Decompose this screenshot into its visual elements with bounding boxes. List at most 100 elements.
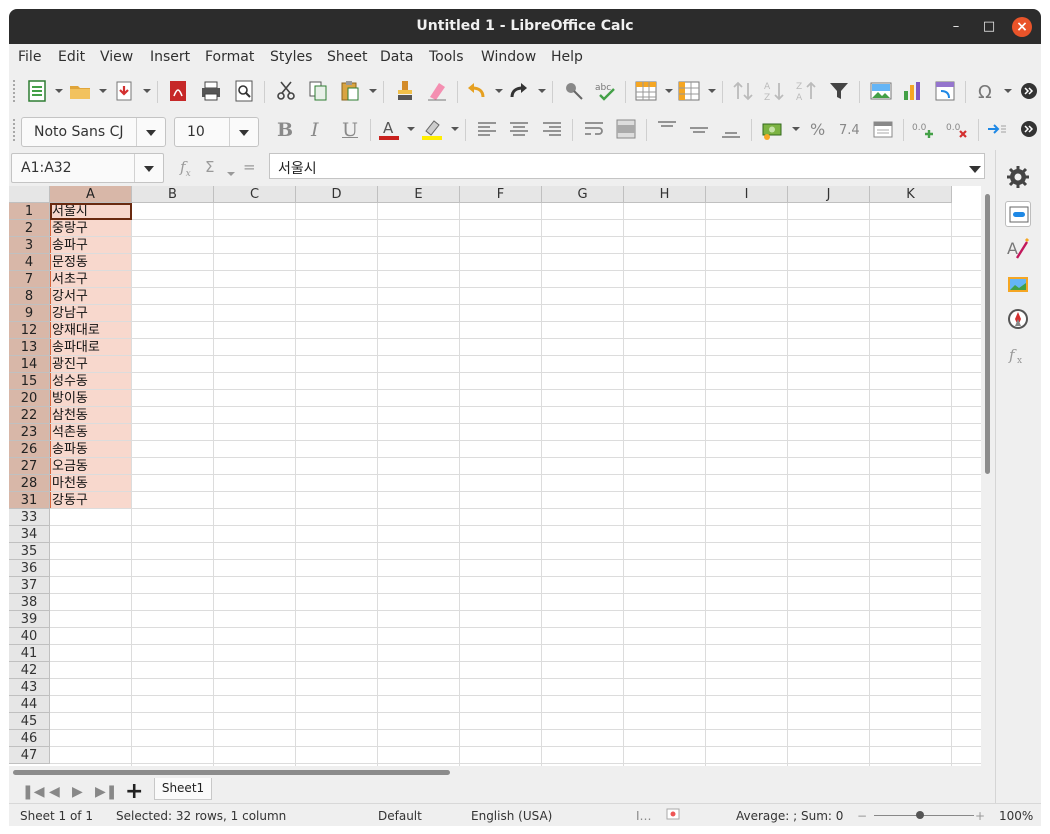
underline-icon[interactable]: U [342, 119, 358, 141]
currency-dropdown-icon[interactable] [792, 127, 800, 131]
zoom-slider[interactable] [874, 815, 974, 816]
vertical-scroll-thumb[interactable] [985, 194, 990, 474]
font-color-dropdown-icon[interactable] [407, 127, 415, 131]
zoom-slider-knob[interactable] [916, 811, 924, 819]
undo-dropdown-icon[interactable] [495, 89, 503, 93]
special-character-icon[interactable]: Ω [975, 79, 999, 103]
spreadsheet-grid[interactable]: A B C D E F G H I J K 1 서울시 2 중랑구 3 송파구 4 문정동 7 서초구 8 강서구 9 강남구 1… [9, 186, 981, 766]
cell-a26[interactable]: 송파동 [51, 441, 132, 458]
zoom-out-icon[interactable]: − [857, 809, 867, 823]
row-header[interactable]: 38 [9, 594, 50, 611]
cell-a7[interactable]: 서초구 [51, 271, 132, 288]
clear-formatting-icon[interactable] [425, 79, 449, 103]
row-header[interactable]: 37 [9, 577, 50, 594]
menu-tools[interactable]: Tools [429, 49, 464, 65]
row-header[interactable]: 46 [9, 730, 50, 747]
row-header[interactable]: 7 [9, 271, 50, 288]
menu-format[interactable]: Format [205, 49, 254, 65]
copy-icon[interactable] [306, 79, 330, 103]
export-pdf-icon[interactable] [166, 79, 190, 103]
row-header[interactable]: 23 [9, 424, 50, 441]
sheet-position[interactable]: Sheet 1 of 1 [20, 809, 93, 823]
cell-a12[interactable]: 양재대로 [51, 322, 132, 339]
menu-sheet[interactable]: Sheet [327, 49, 367, 65]
cell-a8[interactable]: 강서구 [51, 288, 132, 305]
wrap-text-icon[interactable] [582, 117, 606, 141]
expand-formula-bar-icon[interactable] [969, 166, 981, 173]
row-header[interactable]: 8 [9, 288, 50, 305]
new-dropdown-icon[interactable] [55, 89, 63, 93]
sort-ascending-icon[interactable]: AZ [763, 79, 787, 103]
row-header[interactable]: 13 [9, 339, 50, 356]
new-document-icon[interactable] [25, 79, 49, 103]
save-dropdown-icon[interactable] [143, 89, 151, 93]
column-header-b[interactable]: B [132, 186, 214, 203]
cell-a9[interactable]: 강남구 [51, 305, 132, 322]
select-all-corner[interactable] [9, 186, 50, 203]
save-icon[interactable] [112, 79, 136, 103]
row-header[interactable]: 20 [9, 390, 50, 407]
column-header-e[interactable]: E [378, 186, 460, 203]
cell-a22[interactable]: 삼천동 [51, 407, 132, 424]
styles-icon[interactable]: A [1005, 236, 1031, 262]
row-header[interactable]: 2 [9, 220, 50, 237]
row-header[interactable]: 41 [9, 645, 50, 662]
selection-mode-icon[interactable]: I… [636, 809, 652, 823]
row-header[interactable]: 1 [9, 203, 50, 220]
next-sheet-icon[interactable]: ▶ [72, 784, 83, 800]
row-header[interactable]: 28 [9, 475, 50, 492]
column-header-k[interactable]: K [870, 186, 952, 203]
cell-a31[interactable]: 강동구 [51, 492, 132, 509]
delete-decimal-icon[interactable]: 0.0 [946, 117, 970, 141]
highlight-dropdown-icon[interactable] [451, 127, 459, 131]
vertical-scrollbar[interactable] [981, 186, 995, 766]
cell-a4[interactable]: 문정동 [51, 254, 132, 271]
page-style[interactable]: Default [378, 809, 422, 823]
align-right-icon[interactable] [540, 117, 564, 141]
align-middle-icon[interactable] [687, 117, 711, 141]
row-header[interactable]: 14 [9, 356, 50, 373]
last-sheet-icon[interactable]: ▶❚ [95, 784, 118, 800]
toolbar-grip[interactable] [13, 119, 18, 141]
column-header-d[interactable]: D [296, 186, 378, 203]
column-header-j[interactable]: J [788, 186, 870, 203]
zoom-level[interactable]: 100% [999, 809, 1033, 823]
spelling-icon[interactable]: abc [594, 79, 618, 103]
highlight-color-icon[interactable] [420, 117, 444, 141]
more-tools-icon[interactable] [1017, 79, 1041, 103]
row-header[interactable]: 44 [9, 696, 50, 713]
navigator-icon[interactable] [1005, 306, 1031, 332]
name-box-dropdown-icon[interactable] [134, 154, 163, 182]
paste-icon[interactable] [338, 79, 362, 103]
column-header-h[interactable]: H [624, 186, 706, 203]
column-dropdown-icon[interactable] [708, 89, 716, 93]
row-header[interactable]: 22 [9, 407, 50, 424]
row-header[interactable]: 15 [9, 373, 50, 390]
row-header[interactable]: 34 [9, 526, 50, 543]
formula-icon[interactable]: = [243, 158, 256, 176]
sum-icon[interactable]: Σ [205, 158, 214, 176]
open-dropdown-icon[interactable] [99, 89, 107, 93]
print-icon[interactable] [199, 79, 223, 103]
add-decimal-icon[interactable]: 0.0 [912, 117, 936, 141]
redo-dropdown-icon[interactable] [538, 89, 546, 93]
autofilter-icon[interactable] [827, 79, 851, 103]
font-color-icon[interactable]: A [377, 117, 401, 141]
currency-format-icon[interactable] [760, 117, 784, 141]
close-button[interactable]: × [1012, 17, 1032, 37]
font-size-dropdown-icon[interactable] [229, 118, 258, 146]
find-replace-icon[interactable] [562, 79, 586, 103]
column-header-i[interactable]: I [706, 186, 788, 203]
formula-input[interactable]: 서울시 [269, 153, 985, 179]
cell-a3[interactable]: 송파구 [51, 237, 132, 254]
properties-icon[interactable] [1005, 201, 1031, 227]
row-header[interactable]: 26 [9, 441, 50, 458]
merge-cells-icon[interactable] [614, 117, 638, 141]
menu-file[interactable]: File [18, 49, 41, 65]
horizontal-scroll-thumb[interactable] [13, 770, 450, 775]
function-wizard-icon[interactable]: fx [180, 158, 191, 179]
sum-dropdown-icon[interactable] [227, 172, 235, 176]
row-header[interactable]: 3 [9, 237, 50, 254]
row-header[interactable]: 4 [9, 254, 50, 271]
row-header[interactable]: 43 [9, 679, 50, 696]
